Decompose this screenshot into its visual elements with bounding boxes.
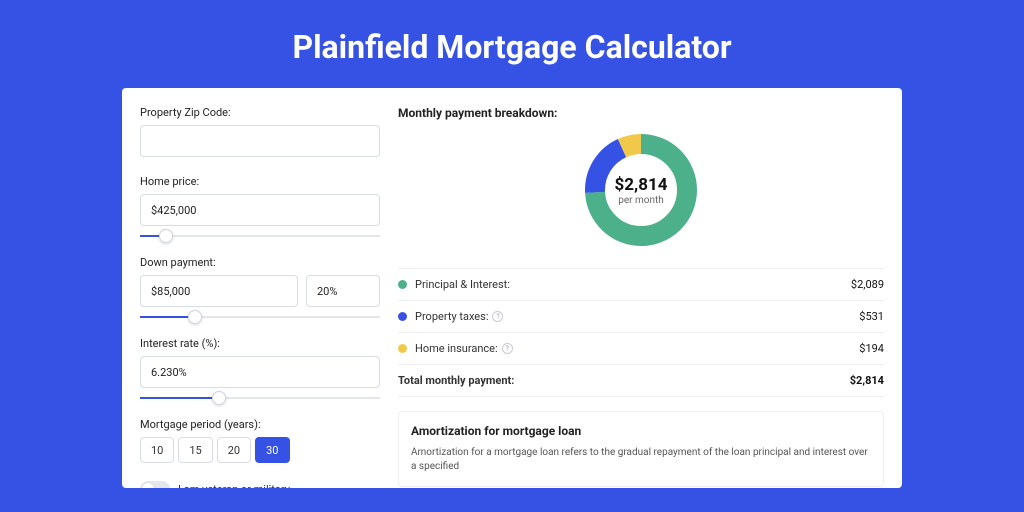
vet-label: I am veteran or military	[178, 483, 290, 489]
legend-row-principal: Principal & Interest: $2,089	[398, 269, 884, 301]
amortization-text: Amortization for a mortgage loan refers …	[411, 446, 871, 474]
calculator-card: Property Zip Code: Home price: Down paym…	[122, 88, 902, 488]
interest-rate-input[interactable]	[140, 356, 380, 388]
period-option-20[interactable]: 20	[217, 437, 251, 463]
legend-value: $194	[859, 342, 884, 355]
period-option-10[interactable]: 10	[140, 437, 174, 463]
donut-total-value: $2,814	[615, 175, 668, 195]
interest-rate-label: Interest rate (%):	[140, 337, 380, 350]
dot-icon	[398, 312, 407, 321]
page-title: Plainfield Mortgage Calculator	[0, 0, 1024, 88]
zip-label: Property Zip Code:	[140, 106, 380, 119]
home-price-input[interactable]	[140, 194, 380, 226]
form-panel: Property Zip Code: Home price: Down paym…	[140, 106, 380, 488]
period-option-30[interactable]: 30	[255, 437, 289, 463]
amortization-section: Amortization for mortgage loan Amortizat…	[398, 411, 884, 487]
legend-label: Principal & Interest:	[415, 278, 851, 291]
period-segmented: 10 15 20 30	[140, 437, 380, 463]
donut-total-sub: per month	[618, 195, 664, 206]
dot-icon	[398, 344, 407, 353]
legend-label: Home insurance:?	[415, 342, 859, 355]
down-payment-pct-input[interactable]	[306, 275, 380, 307]
down-payment-label: Down payment:	[140, 256, 380, 269]
home-price-slider[interactable]	[140, 230, 380, 242]
period-label: Mortgage period (years):	[140, 418, 380, 431]
down-payment-slider[interactable]	[140, 311, 380, 323]
legend-value: $531	[859, 310, 884, 323]
legend-label: Property taxes:?	[415, 310, 859, 323]
legend-total-label: Total monthly payment:	[398, 374, 850, 387]
down-payment-amount-input[interactable]	[140, 275, 298, 307]
payment-donut-chart: $2,814 per month	[581, 130, 701, 250]
home-price-label: Home price:	[140, 175, 380, 188]
legend-row-taxes: Property taxes:? $531	[398, 301, 884, 333]
amortization-title: Amortization for mortgage loan	[411, 424, 871, 438]
dot-icon	[398, 280, 407, 289]
breakdown-title: Monthly payment breakdown:	[398, 106, 884, 120]
info-icon[interactable]: ?	[502, 343, 513, 354]
info-icon[interactable]: ?	[492, 311, 503, 322]
legend-total-value: $2,814	[850, 374, 884, 387]
breakdown-panel: Monthly payment breakdown: $2,814 per mo…	[398, 106, 884, 488]
legend: Principal & Interest: $2,089 Property ta…	[398, 268, 884, 397]
legend-row-insurance: Home insurance:? $194	[398, 333, 884, 365]
legend-row-total: Total monthly payment: $2,814	[398, 365, 884, 397]
legend-value: $2,089	[851, 278, 884, 291]
vet-toggle[interactable]	[140, 481, 170, 488]
interest-rate-slider[interactable]	[140, 392, 380, 404]
zip-input[interactable]	[140, 125, 380, 157]
period-option-15[interactable]: 15	[178, 437, 212, 463]
